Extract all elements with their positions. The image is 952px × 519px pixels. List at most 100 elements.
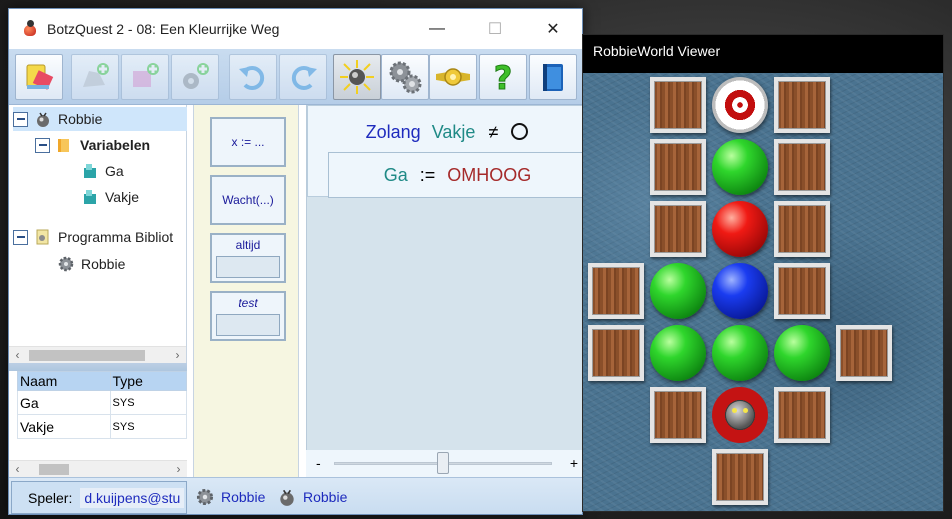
table-row[interactable]: Ga SYS — [17, 390, 188, 415]
column-header-naam[interactable]: Naam — [17, 371, 111, 391]
add-robot-icon — [83, 63, 109, 87]
close-button[interactable]: ✕ — [524, 9, 582, 49]
collapse-toggle[interactable] — [13, 111, 28, 127]
zoom-slider-thumb[interactable] — [437, 452, 449, 474]
crate-tile — [650, 77, 706, 133]
run-robot-button[interactable] — [333, 54, 381, 100]
scroll-left-arrow-icon[interactable]: ‹ — [9, 461, 26, 478]
tree-item-variabelen[interactable]: Variabelen — [35, 133, 150, 157]
test-block-label: test — [238, 296, 258, 310]
robot-icon — [712, 387, 768, 443]
slider-minus[interactable]: - — [316, 455, 321, 471]
botzquest-window: BotzQuest 2 - 08: Een Kleurrijke Weg — ☐… — [8, 8, 583, 515]
cell-name: Ga — [17, 390, 111, 415]
player-panel: Speler: d.kuijpens@stu — [11, 481, 187, 514]
empty-square-circle-icon[interactable] — [511, 123, 529, 140]
while-keyword: Zolang — [365, 122, 421, 142]
eraser-icon — [26, 64, 54, 90]
robot-icon — [280, 489, 294, 506]
collapse-toggle[interactable] — [35, 137, 50, 153]
undo-icon — [239, 66, 265, 90]
crate-tile — [650, 387, 706, 443]
add-robot-button[interactable] — [71, 54, 119, 100]
table-horizontal-scrollbar[interactable]: ‹ › — [9, 460, 187, 477]
test-block[interactable]: test — [210, 291, 286, 341]
status-robot[interactable]: Robbie — [277, 487, 347, 507]
player-label: Speler: — [28, 489, 73, 506]
redo-icon — [291, 66, 317, 90]
blue-square — [712, 263, 768, 319]
scroll-thumb[interactable] — [29, 350, 145, 361]
gear-icon — [196, 488, 214, 506]
toolbar: ? — [9, 49, 582, 105]
robot-burst-icon — [340, 60, 374, 94]
wait-block[interactable]: Wacht(...) — [210, 175, 286, 225]
tree-label-vakje: Vakje — [105, 189, 139, 205]
redo-button[interactable] — [279, 54, 327, 100]
pane-splitter[interactable] — [9, 363, 187, 371]
slider-plus[interactable]: + — [570, 455, 578, 471]
tree-item-programma-bibliotheek[interactable]: Programma Bibliot — [13, 225, 173, 249]
variables-table: Naam Type Ga SYS Vakje SYS ‹ › — [9, 371, 188, 477]
assign-statement[interactable]: Ga := OMHOOG — [328, 152, 582, 198]
badge-button[interactable] — [429, 54, 477, 100]
green-square — [650, 325, 706, 381]
always-block[interactable]: altijd — [210, 233, 286, 283]
help-button[interactable]: ? — [479, 54, 527, 100]
tree-item-robbie[interactable]: Robbie — [13, 107, 187, 131]
while-variable[interactable]: Vakje — [432, 122, 476, 142]
folder-icon — [58, 139, 69, 152]
title-bar[interactable]: BotzQuest 2 - 08: Een Kleurrijke Weg — ☐… — [9, 9, 582, 49]
crate-tile — [774, 77, 830, 133]
table-row[interactable]: Vakje SYS — [17, 414, 188, 439]
cell-type: SYS — [109, 390, 188, 415]
gears-icon — [389, 61, 422, 94]
column-header-type[interactable]: Type — [109, 371, 188, 391]
add-variable-button[interactable] — [121, 54, 169, 100]
crate-tile — [836, 325, 892, 381]
robbieworld-viewer-window: RobbieWorld Viewer — [582, 34, 944, 512]
assign-value[interactable]: OMHOOG — [447, 165, 531, 186]
tree-item-vakje[interactable]: Vakje — [81, 185, 139, 209]
world-grid — [583, 73, 943, 511]
tree-item-ga[interactable]: Ga — [81, 159, 124, 183]
add-variable-icon — [133, 63, 159, 87]
cell-type: SYS — [109, 414, 188, 439]
green-square — [712, 139, 768, 195]
status-program-label: Robbie — [221, 489, 266, 505]
scroll-right-arrow-icon[interactable]: › — [170, 461, 187, 478]
while-block[interactable]: Zolang Vakje ≠ Ga := OMHOOG — [307, 105, 582, 198]
minimize-button[interactable]: — — [408, 9, 466, 49]
while-condition[interactable]: Zolang Vakje ≠ — [308, 122, 582, 143]
project-tree[interactable]: Robbie Variabelen Ga Vakje Programma Bib… — [9, 105, 187, 363]
variable-icon — [84, 164, 96, 178]
zoom-slider-row: - + — [306, 450, 582, 477]
svg-text:?: ? — [494, 59, 513, 95]
scroll-left-arrow-icon[interactable]: ‹ — [9, 347, 26, 364]
assign-operator: := — [419, 164, 436, 185]
player-email: d.kuijpens@stu — [80, 487, 185, 508]
crate-tile — [650, 139, 706, 195]
variable-icon — [84, 190, 96, 204]
status-program[interactable]: Robbie — [195, 487, 265, 507]
book-button[interactable] — [529, 54, 577, 100]
crate-tile — [712, 449, 768, 505]
maximize-button[interactable]: ☐ — [466, 9, 524, 49]
status-robot-label: Robbie — [303, 489, 348, 505]
tree-horizontal-scrollbar[interactable]: ‹ › — [9, 346, 186, 363]
collapse-toggle[interactable] — [13, 229, 28, 245]
eraser-button[interactable] — [15, 54, 63, 100]
scroll-right-arrow-icon[interactable]: › — [169, 347, 186, 364]
program-editor[interactable]: Zolang Vakje ≠ Ga := OMHOOG — [306, 105, 582, 477]
window-title: BotzQuest 2 - 08: Een Kleurrijke Weg — [47, 21, 280, 37]
help-icon: ? — [493, 59, 513, 95]
undo-button[interactable] — [229, 54, 277, 100]
add-program-button[interactable] — [171, 54, 219, 100]
tree-item-robbie-program[interactable]: Robbie — [57, 252, 125, 276]
scroll-thumb[interactable] — [39, 464, 69, 475]
assign-variable[interactable]: Ga — [384, 165, 408, 186]
assign-block[interactable]: x := ... — [210, 117, 286, 167]
status-bar: Speler: d.kuijpens@stu Robbie Robbie — [9, 477, 582, 514]
tree-label-robbie-program: Robbie — [81, 256, 126, 272]
gears-button[interactable] — [381, 54, 429, 100]
